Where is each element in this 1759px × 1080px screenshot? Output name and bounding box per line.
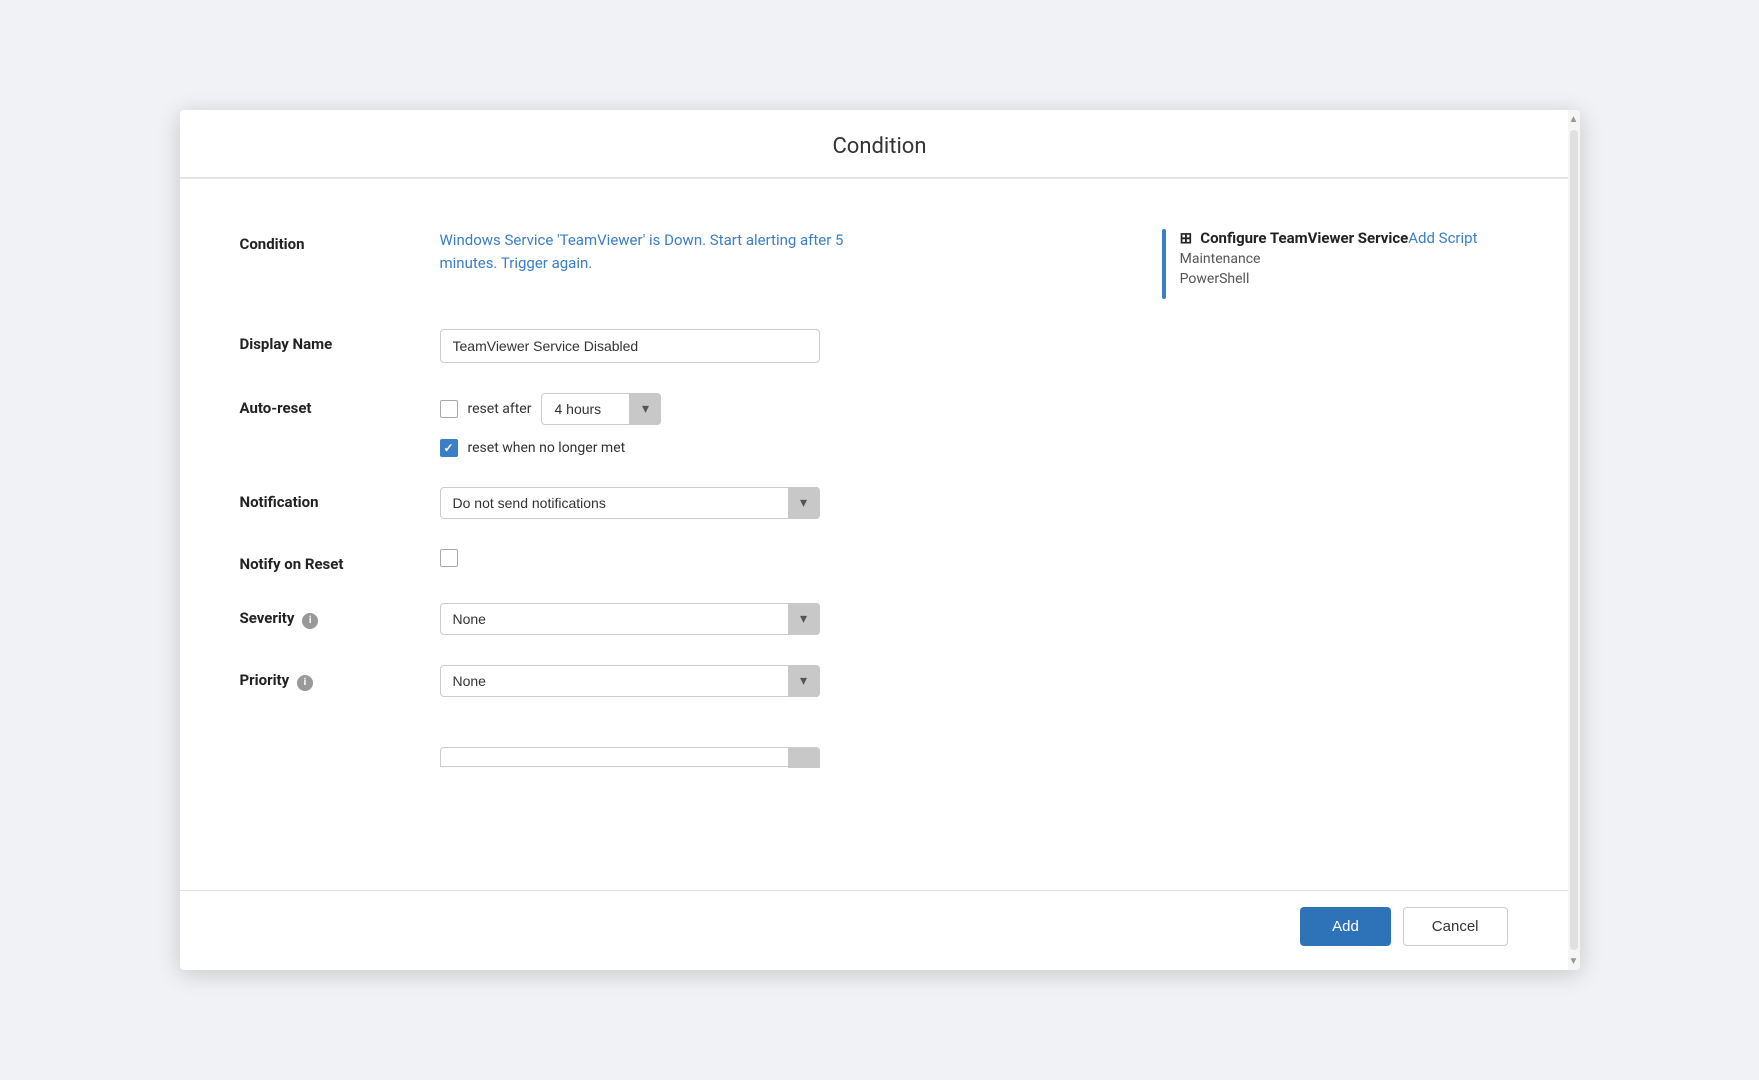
reset-when-checkbox[interactable] (440, 439, 458, 457)
auto-reset-content: reset after 1 hour 2 hours 4 hours 8 hou… (440, 393, 1508, 457)
priority-select[interactable]: None Low Medium High Critical (440, 665, 820, 697)
scroll-up-arrow[interactable]: ▲ (1568, 110, 1580, 128)
condition-description: Windows Service 'TeamViewer' is Down. St… (440, 229, 860, 274)
hours-select-wrapper: 1 hour 2 hours 4 hours 8 hours 24 hours (541, 393, 661, 425)
condition-modal: ▲ ▼ Condition Condition Windows Service … (180, 110, 1580, 970)
header-divider (180, 178, 1580, 179)
severity-select[interactable]: None Low Medium High Critical (440, 603, 820, 635)
display-name-content (440, 329, 1508, 363)
auto-reset-label: Auto-reset (240, 393, 440, 417)
condition-side-maintenance: Maintenance (1180, 251, 1409, 267)
priority-info-icon[interactable]: i (297, 675, 313, 691)
notify-on-reset-row: Notify on Reset (240, 549, 1508, 573)
condition-bar-indicator (1162, 229, 1166, 299)
reset-when-text: reset when no longer met (468, 440, 626, 456)
reset-after-line: reset after 1 hour 2 hours 4 hours 8 hou… (440, 393, 1508, 425)
scroll-down-arrow[interactable]: ▼ (1568, 952, 1580, 970)
priority-select-wrapper: None Low Medium High Critical (440, 665, 820, 697)
condition-label: Condition (240, 229, 440, 253)
display-name-label: Display Name (240, 329, 440, 353)
condition-side-panel: ⊞ Configure TeamViewer Service Maintenan… (1162, 229, 1409, 299)
notification-select-wrapper: Do not send notifications Send notificat… (440, 487, 820, 519)
severity-info-icon[interactable]: i (302, 613, 318, 629)
partial-row (240, 727, 1508, 767)
add-button[interactable]: Add (1300, 907, 1391, 946)
condition-row-content: Windows Service 'TeamViewer' is Down. St… (440, 229, 1508, 299)
notification-select[interactable]: Do not send notifications Send notificat… (440, 487, 820, 519)
condition-text-block: Windows Service 'TeamViewer' is Down. St… (440, 229, 1122, 274)
auto-reset-row: Auto-reset reset after 1 hour 2 hours 4 … (240, 393, 1508, 457)
severity-row: Severity i None Low Medium High Critical (240, 603, 1508, 635)
cancel-button[interactable]: Cancel (1403, 907, 1508, 946)
condition-side-powershell: PowerShell (1180, 271, 1409, 287)
display-name-row: Display Name (240, 329, 1508, 363)
reset-after-text: reset after (468, 401, 532, 417)
modal-header: Condition (180, 110, 1580, 178)
hours-select[interactable]: 1 hour 2 hours 4 hours 8 hours 24 hours (541, 393, 661, 425)
modal-footer: Add Cancel (180, 890, 1568, 970)
priority-label: Priority i (240, 665, 440, 691)
modal-title: Condition (180, 134, 1580, 159)
condition-box: ⊞ Configure TeamViewer Service Maintenan… (1180, 229, 1409, 287)
display-name-input[interactable] (440, 329, 820, 363)
priority-row: Priority i None Low Medium High Critical (240, 665, 1508, 697)
condition-side-title: ⊞ Configure TeamViewer Service (1180, 229, 1409, 247)
reset-after-checkbox[interactable] (440, 400, 458, 418)
add-script-link[interactable]: Add Script (1408, 229, 1507, 247)
scroll-track (1570, 130, 1578, 950)
notification-row: Notification Do not send notifications S… (240, 487, 1508, 519)
notify-on-reset-checkbox[interactable] (440, 549, 458, 567)
notification-content: Do not send notifications Send notificat… (440, 487, 1508, 519)
severity-select-wrapper: None Low Medium High Critical (440, 603, 820, 635)
scrollbar[interactable]: ▲ ▼ (1568, 110, 1580, 970)
severity-content: None Low Medium High Critical (440, 603, 1508, 635)
reset-when-line: reset when no longer met (440, 439, 1508, 457)
notification-label: Notification (240, 487, 440, 511)
notify-on-reset-label: Notify on Reset (240, 549, 440, 573)
modal-body: Condition Windows Service 'TeamViewer' i… (180, 199, 1568, 890)
condition-row: Condition Windows Service 'TeamViewer' i… (240, 229, 1508, 299)
notify-on-reset-content (440, 549, 1508, 571)
priority-content: None Low Medium High Critical (440, 665, 1508, 697)
severity-label: Severity i (240, 603, 440, 629)
windows-icon: ⊞ (1180, 229, 1193, 247)
